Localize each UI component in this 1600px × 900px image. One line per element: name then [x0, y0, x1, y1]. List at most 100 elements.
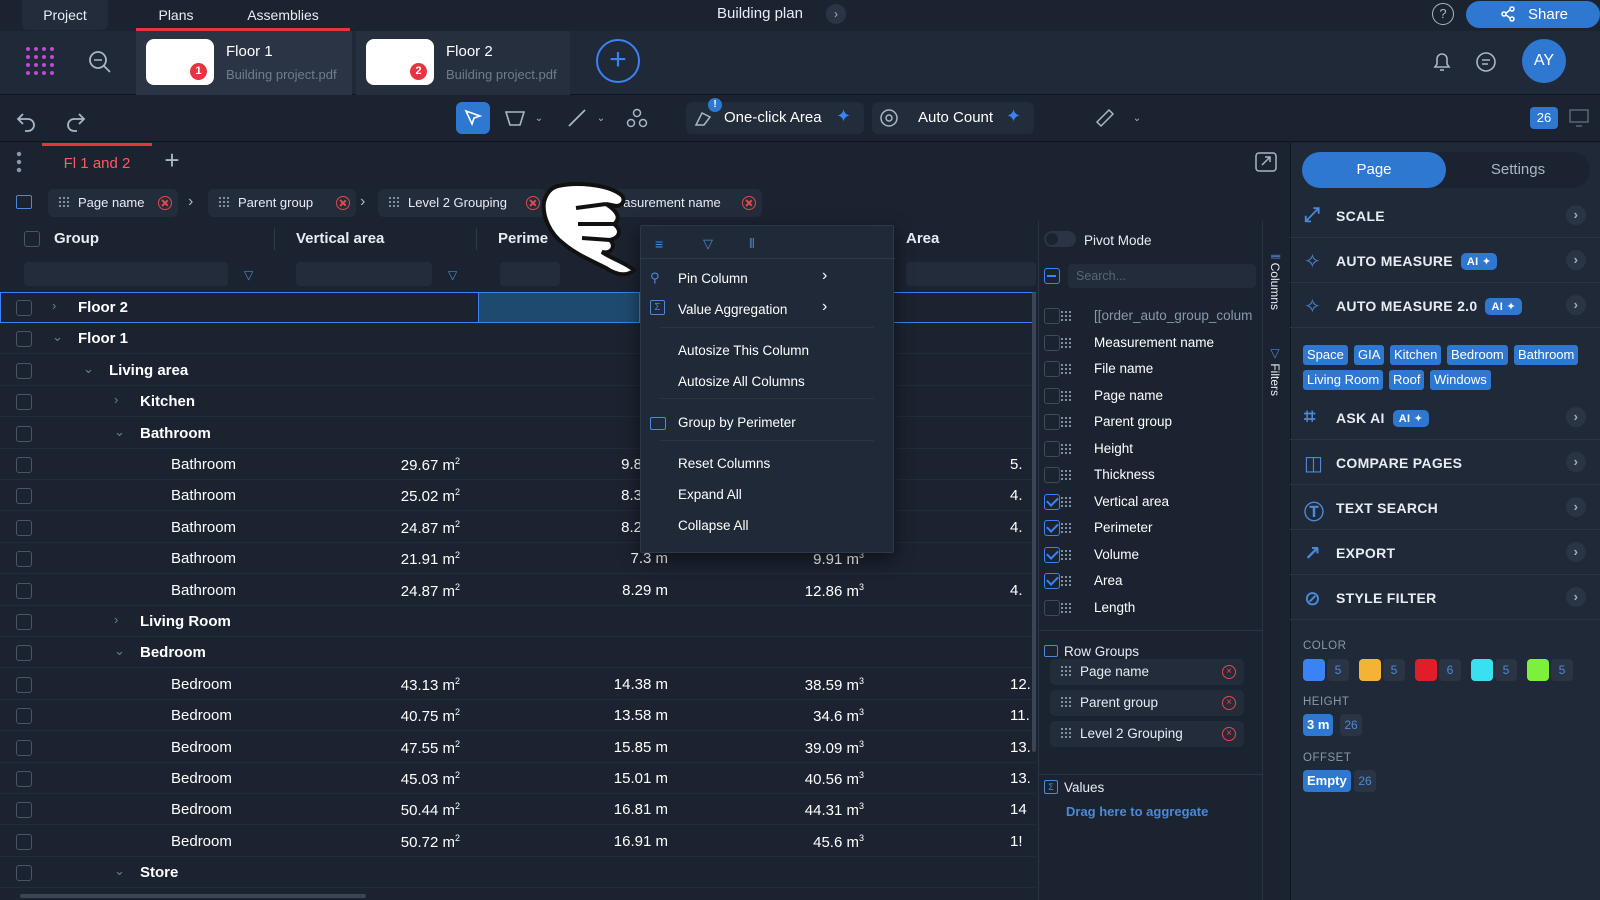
comments-icon[interactable]	[1474, 50, 1498, 74]
color-swatch[interactable]	[1303, 659, 1325, 681]
sheet-tab[interactable]: Fl 1 and 2	[42, 143, 152, 183]
panel-item-compare-pages[interactable]: ◫ COMPARE PAGES ›	[1290, 441, 1600, 485]
chevron-down-icon[interactable]: ⌄	[594, 110, 608, 126]
row-checkbox[interactable]	[16, 739, 32, 756]
remove-row-group-icon[interactable]: ×	[1222, 727, 1236, 741]
column-item[interactable]: File name	[1094, 358, 1254, 380]
panel-item-text-search[interactable]: Ⓣ TEXT SEARCH ›	[1290, 486, 1600, 530]
filter-icon[interactable]: ▽	[448, 268, 457, 282]
horizontal-scrollbar[interactable]	[20, 894, 366, 898]
remove-row-group-icon[interactable]: ×	[1222, 696, 1236, 710]
menu-tab-columns-icon[interactable]: ⦀	[749, 236, 755, 252]
chevron-down-icon[interactable]: ⌄	[532, 110, 546, 126]
remove-chip-icon[interactable]	[742, 196, 756, 210]
line-tool-icon[interactable]	[562, 104, 592, 132]
row-checkbox[interactable]	[16, 802, 32, 819]
monitor-icon[interactable]	[1566, 106, 1592, 130]
color-swatch[interactable]	[1527, 659, 1549, 681]
remove-chip-icon[interactable]	[158, 196, 172, 210]
chevron-down-icon[interactable]: ⌄	[52, 329, 63, 345]
remove-chip-icon[interactable]	[336, 196, 350, 210]
drag-handle-icon[interactable]	[1060, 522, 1072, 534]
row-checkbox[interactable]	[16, 833, 32, 850]
row-checkbox[interactable]	[16, 708, 32, 725]
chevron-down-icon[interactable]: ⌄	[114, 643, 125, 659]
row-checkbox[interactable]	[16, 771, 32, 787]
columns-search-input[interactable]: Search...	[1068, 264, 1256, 288]
measure-tag[interactable]: Roof	[1389, 370, 1425, 390]
export-view-icon[interactable]	[1254, 151, 1278, 173]
group-chip-level-2[interactable]: Level 2 Grouping	[378, 189, 546, 217]
column-item[interactable]: Measurement name	[1094, 332, 1254, 354]
select-tool-icon[interactable]	[456, 102, 490, 134]
header-area[interactable]: Area	[906, 221, 939, 257]
chevron-down-icon[interactable]: ⌄	[114, 863, 125, 879]
file-tab-floor-2[interactable]: 2 Floor 2 Building project.pdf	[356, 31, 570, 95]
tab-page[interactable]: Page	[1302, 152, 1446, 188]
filter-input-vertical-area[interactable]	[296, 262, 432, 286]
measure-tag[interactable]: GIA	[1354, 345, 1385, 365]
pivot-mode-toggle[interactable]	[1044, 231, 1076, 247]
menu-item-pin-column[interactable]: Pin Column	[678, 271, 748, 286]
row-checkbox[interactable]	[16, 614, 32, 630]
column-item[interactable]: Height	[1094, 438, 1254, 460]
menu-item-autosize-column[interactable]: Autosize This Column	[678, 343, 809, 358]
row-checkbox[interactable]	[16, 582, 32, 599]
row-checkbox[interactable]	[16, 394, 32, 411]
row-group-item[interactable]: Page name ×	[1050, 659, 1244, 685]
drag-handle-icon[interactable]	[1060, 442, 1072, 455]
panel-item-scale[interactable]: ⤢ SCALE ›	[1290, 194, 1600, 238]
vertical-scrollbar[interactable]	[1032, 292, 1036, 752]
chevron-right-icon[interactable]: ›	[1566, 587, 1586, 607]
panel-item-export[interactable]: ↗ EXPORT ›	[1290, 531, 1600, 575]
add-file-button[interactable]: +	[596, 39, 640, 83]
row-group-item[interactable]: Level 2 Grouping ×	[1050, 721, 1244, 747]
column-checkbox[interactable]	[1044, 334, 1060, 351]
color-swatch[interactable]	[1471, 659, 1493, 681]
header-vertical-area[interactable]: Vertical area	[296, 221, 384, 257]
document-title[interactable]: Building plan	[680, 0, 840, 28]
polygon-tool-icon[interactable]	[500, 104, 530, 132]
menu-item-expand-all[interactable]: Expand All	[678, 487, 742, 502]
menu-item-collapse-all[interactable]: Collapse All	[678, 518, 749, 533]
menu-item-group-by-perimeter[interactable]: Group by Perimeter	[678, 415, 796, 430]
chevron-down-icon[interactable]: ⌄	[1130, 110, 1144, 126]
filter-input-area[interactable]	[906, 262, 1036, 286]
values-drop-zone[interactable]: Drag here to aggregate	[1066, 804, 1208, 819]
drag-handle-icon[interactable]	[1060, 310, 1072, 322]
side-tab-columns[interactable]: ⦀ Columns	[1268, 254, 1282, 310]
menu-tab-filter-icon[interactable]: ▽	[703, 236, 713, 252]
menu-item-reset-columns[interactable]: Reset Columns	[678, 456, 770, 471]
column-item[interactable]: Thickness	[1094, 464, 1254, 486]
row-checkbox[interactable]	[16, 865, 32, 882]
menu-item-value-aggregation[interactable]: Value Aggregation	[678, 302, 787, 317]
header-group[interactable]: Group	[54, 221, 99, 257]
group-chip-page-name[interactable]: Page name	[48, 189, 178, 217]
column-checkbox[interactable]	[1044, 573, 1060, 589]
drag-handle-icon[interactable]	[1060, 575, 1072, 587]
remove-row-group-icon[interactable]: ×	[1222, 665, 1236, 679]
column-checkbox[interactable]	[1044, 308, 1060, 324]
avatar[interactable]: AY	[1522, 39, 1566, 83]
more-vertical-icon[interactable]	[16, 150, 22, 174]
side-tab-filters[interactable]: ▽ Filters	[1268, 346, 1282, 396]
menu-item-autosize-all[interactable]: Autosize All Columns	[678, 374, 805, 389]
column-item[interactable]: Parent group	[1094, 411, 1254, 433]
select-all-checkbox[interactable]	[24, 231, 40, 247]
chevron-right-icon[interactable]: ›	[1566, 250, 1586, 270]
column-item[interactable]: Volume	[1094, 544, 1254, 566]
panel-item-auto-measure[interactable]: ✧ AUTO MEASURE AI ✦ ›	[1290, 239, 1600, 283]
ruler-icon[interactable]	[1090, 104, 1120, 132]
measure-tag[interactable]: Space	[1303, 345, 1348, 365]
color-swatch[interactable]	[1415, 659, 1437, 681]
panel-item-auto-measure-2-0[interactable]: ✧ AUTO MEASURE 2.0 AI ✦ ›	[1290, 284, 1600, 328]
file-tab-floor-1[interactable]: 1 Floor 1 Building project.pdf	[136, 31, 352, 95]
row-checkbox[interactable]	[16, 362, 32, 379]
one-click-area-button[interactable]: ! One-click Area ✦	[686, 98, 864, 134]
columns-select-all[interactable]	[1044, 268, 1060, 284]
drag-handle-icon[interactable]	[1060, 495, 1072, 508]
measure-tag[interactable]: Living Room	[1303, 370, 1384, 390]
menu-tab-general-icon[interactable]: ≡	[655, 236, 663, 252]
column-item[interactable]: Vertical area	[1094, 491, 1254, 513]
column-checkbox[interactable]	[1044, 361, 1060, 377]
